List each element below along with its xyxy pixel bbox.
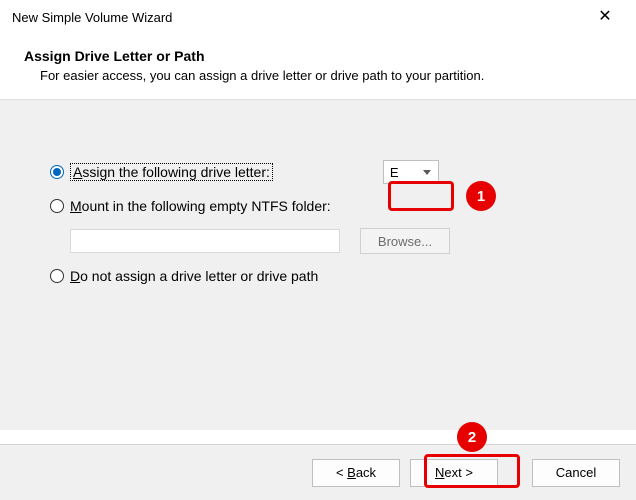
close-icon[interactable]: ✕	[582, 0, 628, 34]
drive-letter-select-wrap: E	[383, 160, 439, 184]
cancel-button[interactable]: Cancel	[532, 459, 620, 487]
next-button[interactable]: Next >	[410, 459, 498, 487]
radio-no-assign[interactable]	[50, 269, 64, 283]
wizard-header: Assign Drive Letter or Path For easier a…	[0, 34, 636, 100]
option-assign-letter-row: Assign the following drive letter: E	[50, 160, 596, 184]
window-title: New Simple Volume Wizard	[12, 10, 582, 25]
page-title: Assign Drive Letter or Path	[24, 48, 612, 64]
option-mount-folder-label[interactable]: Mount in the following empty NTFS folder…	[70, 198, 331, 214]
option-no-assign-row: Do not assign a drive letter or drive pa…	[50, 268, 596, 284]
title-bar: New Simple Volume Wizard ✕	[0, 0, 636, 34]
page-subtitle: For easier access, you can assign a driv…	[24, 68, 612, 83]
mount-folder-controls: Browse...	[70, 228, 596, 254]
mount-folder-input	[70, 229, 340, 253]
wizard-footer: < Back Next > Cancel	[0, 444, 636, 500]
browse-button: Browse...	[360, 228, 450, 254]
drive-letter-select[interactable]: E	[383, 160, 439, 184]
option-mount-folder-row: Mount in the following empty NTFS folder…	[50, 198, 596, 214]
option-no-assign-label[interactable]: Do not assign a drive letter or drive pa…	[70, 268, 318, 284]
radio-assign-letter[interactable]	[50, 165, 64, 179]
radio-mount-folder[interactable]	[50, 199, 64, 213]
wizard-body: Assign the following drive letter: E Mou…	[0, 100, 636, 430]
option-assign-letter-label[interactable]: Assign the following drive letter:	[70, 163, 273, 181]
back-button[interactable]: < Back	[312, 459, 400, 487]
